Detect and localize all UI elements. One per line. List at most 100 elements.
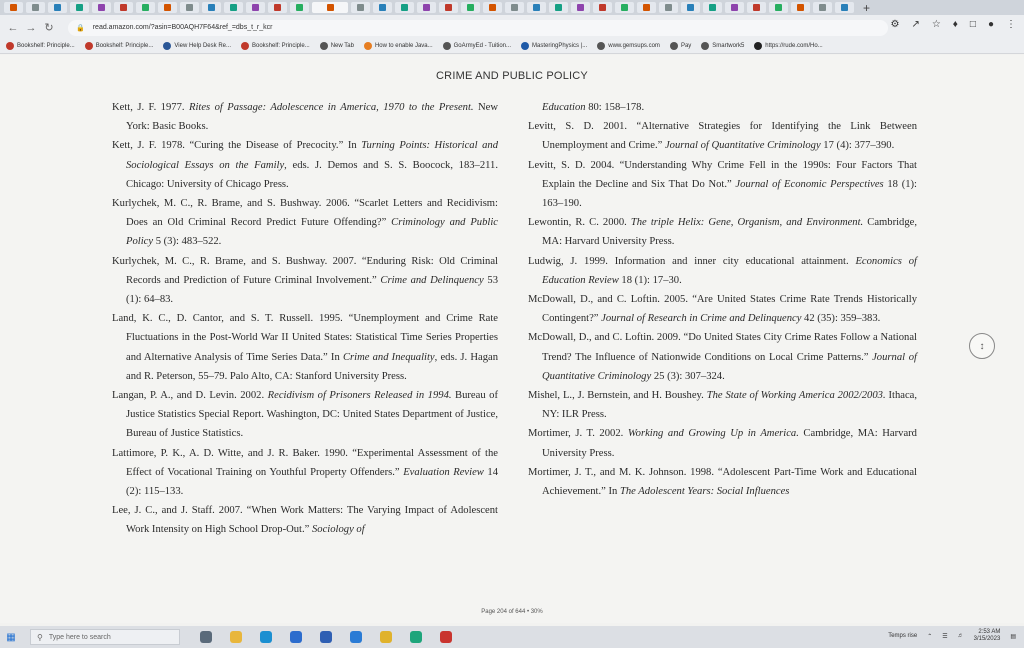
notifications-icon[interactable]: ▤ (1010, 633, 1016, 640)
settings-app-icon[interactable] (350, 631, 362, 643)
browser-tab[interactable] (659, 2, 678, 13)
tab-favicon-icon (54, 4, 61, 11)
windows-start-icon[interactable]: ▦ (0, 632, 22, 643)
browser-tab[interactable] (615, 2, 634, 13)
browser-tab[interactable] (593, 2, 612, 13)
browser-tab[interactable] (246, 2, 265, 13)
mail-icon[interactable] (320, 631, 332, 643)
reload-icon[interactable]: ↻ (42, 21, 56, 34)
browser-tab[interactable] (395, 2, 414, 13)
bookmark-item[interactable]: New Tab (319, 41, 354, 50)
browser-tab[interactable] (571, 2, 590, 13)
store-icon[interactable] (290, 631, 302, 643)
edge-dev-icon[interactable] (410, 631, 422, 643)
globe-icon (319, 41, 328, 50)
file-explorer-icon[interactable] (230, 631, 242, 643)
bookmark-item[interactable]: Bookshelf: Principle... (84, 41, 153, 50)
browser-tab[interactable] (268, 2, 287, 13)
reference-entry: Mortimer, J. T. 2002. Working and Growin… (528, 428, 917, 459)
browser-tab[interactable] (835, 2, 854, 13)
wifi-icon[interactable]: ☰ (942, 633, 947, 640)
bookmark-item[interactable]: Bookshelf: Principle... (6, 41, 75, 50)
sidebar-icon[interactable]: □ (970, 19, 976, 30)
browser-tab[interactable] (813, 2, 832, 13)
weather-label[interactable]: Temps rise (888, 633, 917, 639)
lock-icon[interactable]: 🔒 (76, 24, 85, 32)
browser-tab[interactable] (505, 2, 524, 13)
bookmark-label: GoArmyEd - Tuition... (453, 42, 511, 49)
browser-tab[interactable] (136, 2, 155, 13)
clock[interactable]: 2:53 AM 3/15/2023 (974, 629, 1001, 643)
bookmark-item[interactable]: How to enable Java... (363, 41, 433, 50)
tab-favicon-icon (357, 4, 364, 11)
reference-entry: Kett, J. F. 1978. “Curing the Disease of… (112, 140, 498, 190)
browser-tab[interactable] (26, 2, 45, 13)
bookmark-item[interactable]: https://rude.com/Ho... (754, 41, 823, 50)
tab-favicon-icon (731, 4, 738, 11)
browser-tab[interactable] (92, 2, 111, 13)
browser-tab[interactable] (312, 2, 348, 13)
menu-icon[interactable]: ⋮ (1006, 19, 1016, 30)
share-icon[interactable]: ↗ (911, 19, 919, 30)
reference-entry: Mishel, L., J. Bernstein, and H. Boushey… (528, 390, 917, 421)
forward-icon[interactable]: → (24, 22, 38, 34)
browser-tab[interactable] (439, 2, 458, 13)
tab-favicon-icon (401, 4, 408, 11)
reference-entry: Kurlychek, M. C., R. Brame, and S. Bushw… (112, 255, 498, 306)
new-tab-button[interactable]: + (863, 1, 870, 15)
browser-tab[interactable] (351, 2, 370, 13)
browser-tab[interactable] (48, 2, 67, 13)
bookmark-item[interactable]: View Help Desk Re... (163, 41, 231, 50)
extensions-icon[interactable]: ♦ (953, 19, 958, 30)
bookmark-item[interactable]: GoArmyEd - Tuition... (442, 41, 511, 50)
browser-tab[interactable] (417, 2, 436, 13)
browser-tab[interactable] (373, 2, 392, 13)
browser-tab[interactable] (725, 2, 744, 13)
bookmark-item[interactable]: www.gemsups.com (597, 41, 660, 50)
browser-tab[interactable] (769, 2, 788, 13)
tab-favicon-icon (76, 4, 83, 11)
bookmark-item[interactable]: Pay (669, 41, 691, 50)
browser-tab[interactable] (290, 2, 309, 13)
bookmark-red-icon (84, 41, 93, 50)
globe-icon (701, 41, 710, 50)
browser-tab[interactable] (791, 2, 810, 13)
chevron-up-icon[interactable]: ⌃ (927, 633, 932, 640)
browser-tab[interactable] (70, 2, 89, 13)
tab-favicon-icon (296, 4, 303, 11)
bookmark-item[interactable]: MasteringPhysics |... (521, 41, 587, 50)
bookmarks-bar: Bookshelf: Principle... Bookshelf: Princi… (0, 38, 1024, 54)
star-icon[interactable]: ☆ (932, 19, 941, 30)
translate-icon[interactable]: ⚙ (890, 19, 899, 30)
browser-tab[interactable] (483, 2, 502, 13)
browser-tab[interactable] (4, 2, 23, 13)
browser-tab[interactable] (703, 2, 722, 13)
back-icon[interactable]: ← (6, 22, 20, 34)
address-bar[interactable]: 🔒 read.amazon.com/?asin=B00AQH7F64&ref_=… (68, 19, 888, 36)
browser-tab[interactable] (202, 2, 221, 13)
profile-icon[interactable]: ● (988, 19, 994, 30)
page-progress: Page 204 of 644 • 30% (481, 609, 543, 615)
edge-icon[interactable] (260, 631, 272, 643)
bookmark-item[interactable]: Bookshelf: Principle... (240, 41, 310, 50)
bookmark-item[interactable]: Smartwork5 (701, 41, 744, 50)
browser-tab[interactable] (224, 2, 243, 13)
taskbar-search[interactable]: ⚲ Type here to search (30, 629, 180, 645)
browser-tab[interactable] (114, 2, 133, 13)
browser-tab[interactable] (681, 2, 700, 13)
security-icon[interactable] (440, 631, 452, 643)
browser-tab[interactable] (549, 2, 568, 13)
browser-tab[interactable] (158, 2, 177, 13)
chrome-icon[interactable] (380, 631, 392, 643)
browser-tab[interactable] (747, 2, 766, 13)
taskbar: ▦ ⚲ Type here to search Temps rise ⌃ ☰ ♬… (0, 626, 1024, 648)
task-view-icon[interactable] (200, 631, 212, 643)
bookmark-red-icon (240, 41, 249, 50)
volume-icon[interactable]: ♬ (958, 633, 964, 639)
browser-tab[interactable] (461, 2, 480, 13)
reference-entry: McDowall, D., and C. Loftin. 2005. “Are … (528, 294, 917, 325)
browser-tab[interactable] (180, 2, 199, 13)
java-icon (363, 41, 372, 50)
browser-tab[interactable] (527, 2, 546, 13)
browser-tab[interactable] (637, 2, 656, 13)
